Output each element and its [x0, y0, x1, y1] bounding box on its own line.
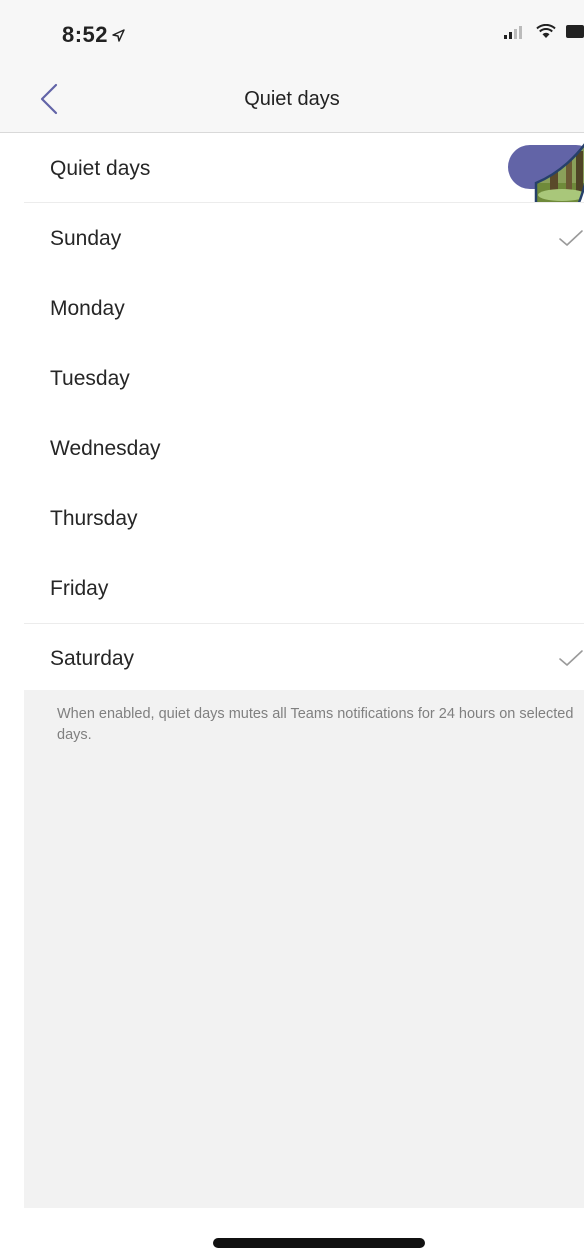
toggle-knob-icon [532, 133, 584, 209]
day-row-saturday[interactable]: Saturday [0, 623, 584, 693]
screen: 8:52 Quiet days Quiet days Sunday Monday… [0, 0, 584, 1251]
day-label: Tuesday [50, 367, 130, 390]
wifi-icon [536, 23, 556, 44]
status-icons [504, 23, 584, 44]
day-row-thursday[interactable]: Thursday [0, 483, 584, 553]
page-title: Quiet days [244, 88, 340, 110]
day-row-wednesday[interactable]: Wednesday [0, 413, 584, 483]
battery-icon [566, 25, 584, 43]
cellular-signal-icon [504, 25, 526, 44]
day-row-tuesday[interactable]: Tuesday [0, 343, 584, 413]
status-time-text: 8:52 [62, 22, 109, 47]
day-row-sunday[interactable]: Sunday [0, 203, 584, 273]
quiet-days-toggle-row[interactable]: Quiet days [0, 133, 584, 207]
day-label: Monday [50, 297, 125, 320]
status-time: 8:52 [62, 22, 125, 48]
footer-section: When enabled, quiet days mutes all Teams… [24, 690, 584, 1208]
home-indicator[interactable] [213, 1238, 425, 1248]
status-bar: 8:52 [0, 0, 584, 66]
checkmark-icon [558, 228, 584, 248]
navigation-bar: Quiet days [0, 66, 584, 133]
checkmark-icon [558, 648, 584, 668]
day-label: Wednesday [50, 437, 161, 460]
day-row-monday[interactable]: Monday [0, 273, 584, 343]
day-label: Friday [50, 577, 109, 600]
day-row-friday[interactable]: Friday [0, 553, 584, 623]
footer-note: When enabled, quiet days mutes all Teams… [57, 706, 574, 743]
location-arrow-icon [112, 29, 125, 46]
settings-list: Quiet days Sunday Monday Tuesday Wednesd… [0, 133, 584, 693]
day-label: Saturday [50, 647, 135, 670]
day-label: Sunday [50, 227, 122, 250]
day-label: Thursday [50, 507, 138, 530]
quiet-days-label: Quiet days [50, 157, 151, 180]
